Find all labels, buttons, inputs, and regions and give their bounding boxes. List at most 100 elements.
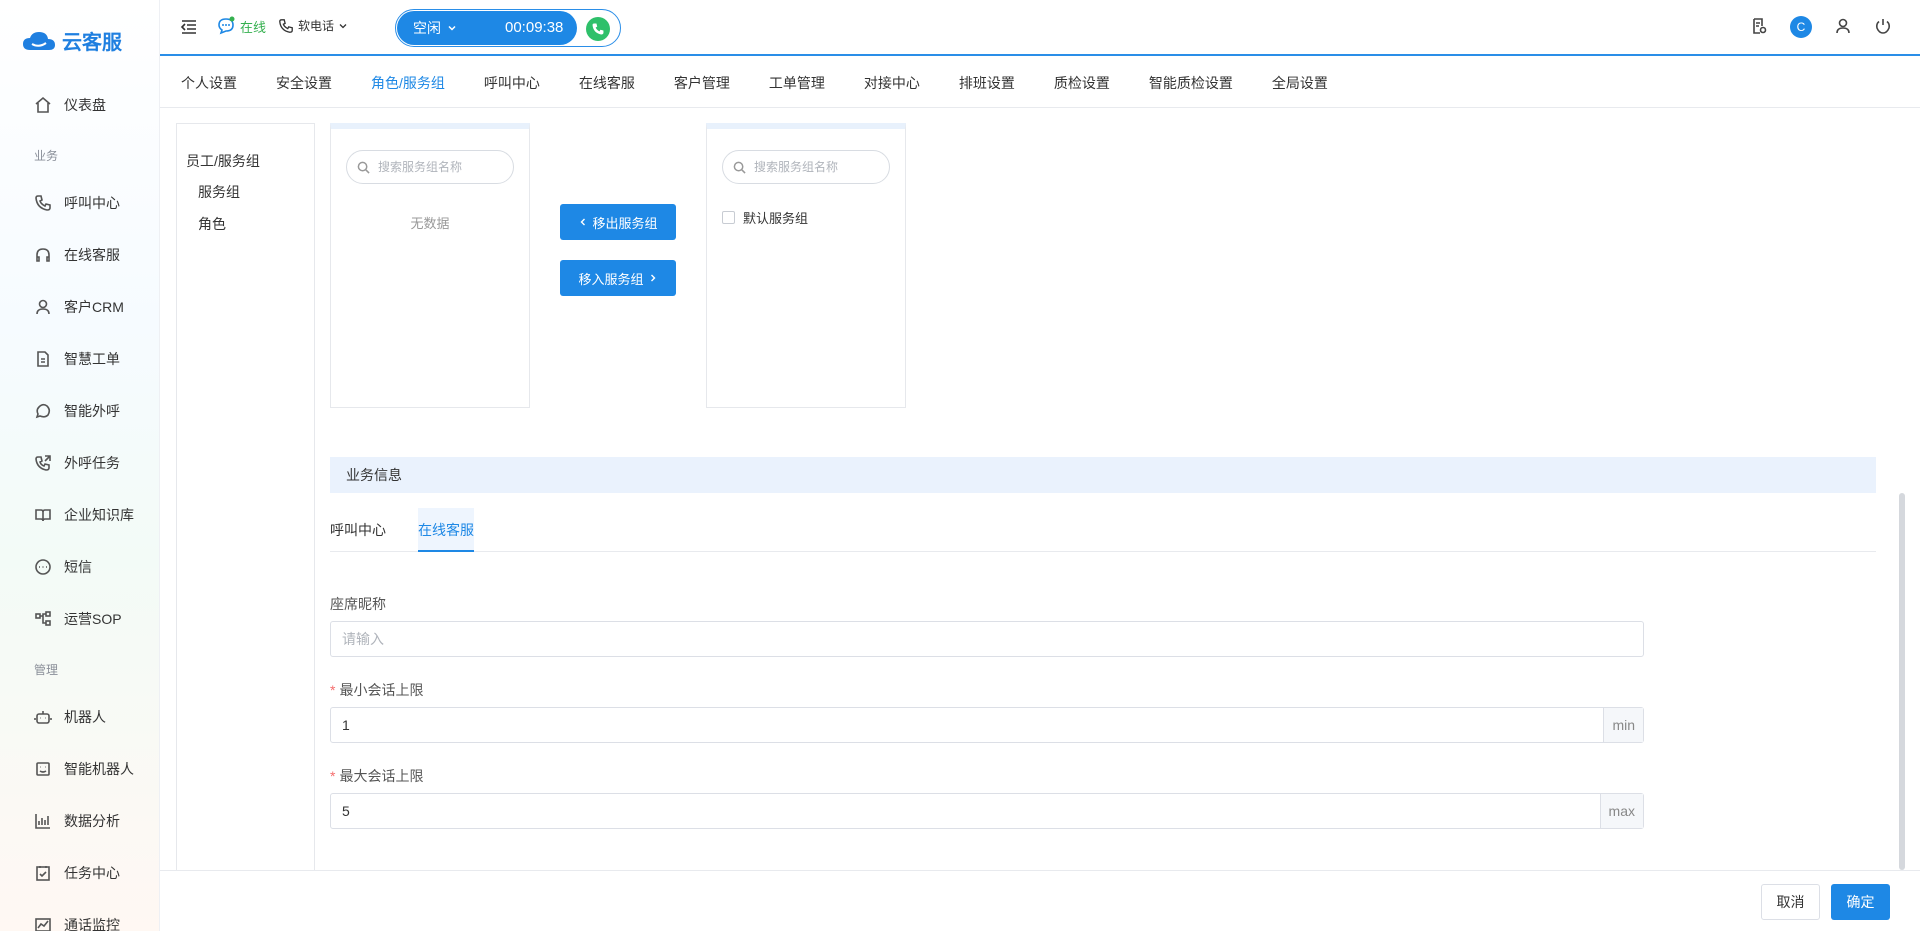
tab-global-settings[interactable]: 全局设置	[1272, 73, 1328, 93]
nickname-label: 座席昵称	[330, 596, 386, 612]
robot-icon	[34, 711, 52, 724]
chevron-down-icon	[448, 25, 456, 31]
sidebar-item-knowledge-base[interactable]: 企业知识库	[34, 503, 134, 527]
sidebar-item-label: 在线客服	[64, 247, 120, 263]
tab-smart-qa-settings[interactable]: 智能质检设置	[1149, 73, 1233, 93]
sidebar-item-call-center[interactable]: 呼叫中心	[34, 191, 120, 215]
sidebar-item-label: 短信	[64, 559, 92, 575]
tab-qa-settings[interactable]: 质检设置	[1054, 73, 1110, 93]
phone-mode-select[interactable]: 软电话	[278, 17, 348, 34]
transfer-left-search-input[interactable]	[378, 160, 508, 174]
logo[interactable]: 云客服	[22, 26, 122, 55]
sidebar-item-online-service[interactable]: 在线客服	[34, 243, 120, 267]
min-sessions-label: * 最小会话上限	[330, 682, 424, 698]
tab-personal[interactable]: 个人设置	[181, 73, 237, 93]
tab-online-service[interactable]: 在线客服	[579, 73, 635, 93]
sidebar-item-crm[interactable]: 客户CRM	[34, 295, 124, 319]
group-tree: 员工/服务组 服务组 角色	[176, 123, 315, 931]
move-in-label: 移入服务组	[578, 271, 644, 287]
section-title: 业务信息	[346, 467, 402, 483]
logout-button[interactable]	[1874, 17, 1892, 38]
tab-schedule[interactable]: 排班设置	[959, 73, 1015, 93]
chat-status-icon	[218, 16, 235, 35]
sidebar-item-robot[interactable]: 机器人	[34, 705, 106, 729]
monitor-icon	[35, 918, 51, 931]
sidebar-item-label: 外呼任务	[64, 455, 120, 471]
home-icon	[35, 96, 51, 113]
transfer-left-panel: 无数据	[330, 123, 530, 408]
scrollbar[interactable]	[1899, 493, 1905, 870]
sidebar-item-label: 机器人	[64, 709, 106, 725]
sidebar-item-label: 通话监控	[64, 917, 120, 931]
transfer-right-panel: 默认服务组	[706, 123, 906, 408]
phone-outgoing-icon	[35, 455, 51, 471]
max-sessions-label: * 最大会话上限	[330, 768, 424, 784]
sidebar-item-sop[interactable]: 运营SOP	[34, 607, 122, 631]
sidebar-item-label: 智能外呼	[64, 403, 120, 419]
sidebar-item-label: 客户CRM	[64, 299, 124, 315]
confirm-button[interactable]: 确定	[1831, 884, 1890, 920]
tab-online-service[interactable]: 在线客服	[418, 508, 474, 552]
cancel-button[interactable]: 取消	[1761, 884, 1820, 920]
sidebar-item-outbound-task[interactable]: 外呼任务	[34, 451, 120, 475]
task-icon	[36, 866, 50, 881]
max-sessions-field: max	[330, 793, 1644, 829]
transfer-left-search	[346, 150, 514, 184]
cloud-logo-icon	[23, 31, 55, 50]
settings-tabs: 个人设置 安全设置 角色/服务组 呼叫中心 在线客服 客户管理 工单管理 对接中…	[160, 58, 1920, 108]
phone-call-icon	[592, 23, 604, 35]
sidebar-item-dashboard[interactable]: 仪表盘	[34, 93, 106, 117]
tree-node-role[interactable]: 角色	[198, 214, 226, 234]
checkbox[interactable]	[722, 211, 735, 224]
tab-integration-center[interactable]: 对接中心	[864, 73, 920, 93]
tab-ticket-management[interactable]: 工单管理	[769, 73, 825, 93]
menu-collapse-icon[interactable]	[180, 18, 198, 36]
avatar[interactable]: C	[1790, 16, 1812, 38]
whatsapp-icon	[35, 403, 51, 419]
sms-icon	[35, 559, 51, 575]
sidebar-item-data-analysis[interactable]: 数据分析	[34, 809, 120, 833]
sidebar-section-business: 业务	[34, 149, 59, 163]
call-state-dropdown[interactable]: 空闲 00:09:38	[397, 11, 577, 45]
list-item[interactable]: 默认服务组	[722, 208, 808, 227]
sidebar-item-sms[interactable]: 短信	[34, 555, 92, 579]
phone-mode-label: 软电话	[298, 19, 335, 33]
sidebar-item-call-monitor[interactable]: 通话监控	[34, 913, 120, 931]
tab-call-center[interactable]: 呼叫中心	[484, 73, 540, 93]
sidebar-item-label: 仪表盘	[64, 97, 106, 113]
move-out-button[interactable]: 移出服务组	[560, 204, 676, 240]
max-sessions-input[interactable]	[331, 794, 1600, 828]
tab-customer-management[interactable]: 客户管理	[674, 73, 730, 93]
agent-status[interactable]: 在线	[216, 16, 266, 36]
sidebar-item-task-center[interactable]: 任务中心	[34, 861, 120, 885]
power-icon	[1875, 18, 1891, 34]
section-header-business: 业务信息	[330, 457, 1876, 493]
chevron-down-icon	[339, 23, 347, 28]
sidebar-item-label: 企业知识库	[64, 507, 134, 523]
sidebar-section-manage: 管理	[34, 663, 59, 677]
chevron-right-icon	[650, 274, 655, 282]
sidebar-item-smart-outbound[interactable]: 智能外呼	[34, 399, 120, 423]
phone-icon	[35, 195, 51, 211]
profile-button[interactable]	[1834, 17, 1852, 38]
max-suffix: max	[1599, 794, 1643, 828]
sidebar-item-smart-ticket[interactable]: 智慧工单	[34, 347, 120, 371]
min-suffix: min	[1603, 708, 1643, 742]
answer-call-button[interactable]	[586, 17, 610, 41]
tab-call-center[interactable]: 呼叫中心	[330, 508, 386, 552]
tab-security[interactable]: 安全设置	[276, 73, 332, 93]
move-in-button[interactable]: 移入服务组	[560, 260, 676, 296]
headset-icon	[36, 248, 50, 262]
call-state-label: 空闲	[413, 20, 441, 36]
nickname-input[interactable]	[331, 622, 1643, 656]
min-sessions-input[interactable]	[331, 708, 1604, 742]
sidebar-item-smart-robot[interactable]: 智能机器人	[34, 757, 134, 781]
transfer-right-search-input[interactable]	[754, 160, 884, 174]
tree-node-service-group[interactable]: 服务组	[198, 182, 240, 202]
notes-button[interactable]	[1750, 17, 1768, 38]
call-timer: 00:09:38	[505, 19, 564, 36]
tree-node-staff-groups[interactable]: 员工/服务组	[186, 151, 260, 171]
logo-text: 云客服	[62, 32, 122, 54]
required-asterisk: *	[330, 768, 336, 784]
tab-roles-groups[interactable]: 角色/服务组	[371, 73, 445, 93]
